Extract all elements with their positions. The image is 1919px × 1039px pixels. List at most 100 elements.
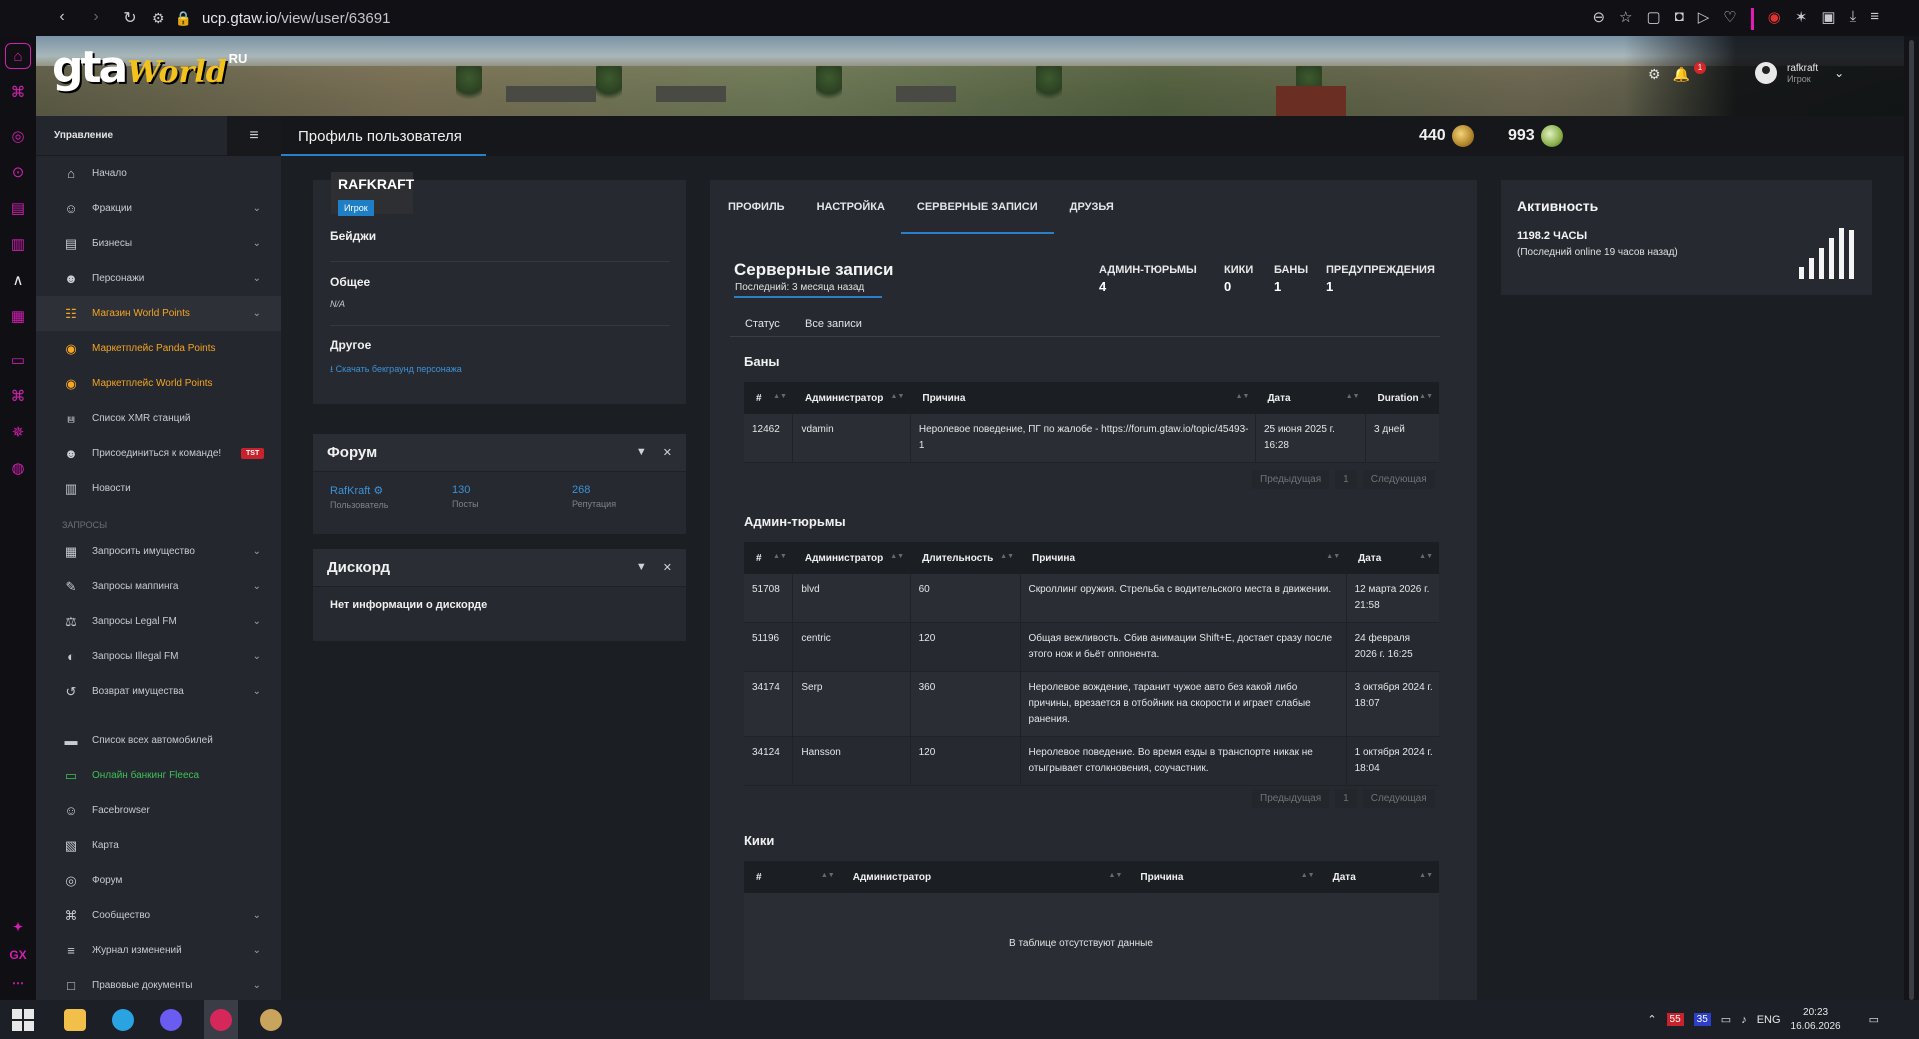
column-header[interactable]: Причина ▲▼ — [1128, 861, 1321, 893]
clock[interactable]: 20:23 16.06.2026 — [1791, 1006, 1841, 1034]
play-icon[interactable]: ▷ — [1698, 8, 1710, 30]
snapshot-icon[interactable]: ▢ — [1646, 8, 1660, 30]
sidebar-item[interactable]: ✎ Запросы маппинга ⌄ — [36, 569, 281, 604]
column-header[interactable]: Администратор ▲▼ — [840, 861, 1129, 893]
home-icon[interactable]: ⌂ — [5, 43, 31, 69]
tray-expand-icon[interactable]: ⌃ — [1647, 1013, 1656, 1026]
forward-icon[interactable]: › — [86, 8, 106, 28]
opera-gx-icon[interactable] — [210, 1009, 232, 1031]
profile-icon[interactable]: ▣ — [1821, 8, 1835, 30]
tab-0[interactable]: ПРОФИЛЬ — [712, 180, 801, 234]
sidebar-item[interactable]: ☻ Персонажи ⌄ — [36, 261, 281, 296]
column-header[interactable]: # ▲▼ — [744, 542, 793, 574]
game-launcher-icon[interactable] — [260, 1009, 282, 1031]
back-icon[interactable]: ‹ — [52, 8, 72, 28]
column-header[interactable]: Длительность ▲▼ — [910, 542, 1021, 574]
gx-control-icon[interactable]: ✦ — [13, 920, 23, 934]
page-number[interactable]: 1 — [1335, 470, 1357, 489]
sidebar-item[interactable]: □ Правовые документы ⌄ — [36, 968, 281, 1000]
discord-icon[interactable]: ⊙ — [5, 159, 31, 185]
collapse-icon[interactable]: ▼ — [636, 561, 647, 574]
sidebar-item[interactable]: ▤ Бизнесы ⌄ — [36, 226, 281, 261]
tab-2[interactable]: СЕРВЕРНЫЕ ЗАПИСИ — [900, 180, 1054, 234]
tray-blue-counter[interactable]: 35 — [1693, 1013, 1711, 1026]
heart-icon[interactable]: ♡ — [1723, 8, 1736, 30]
more-icon[interactable]: ⋯ — [12, 976, 24, 990]
sidebar-item[interactable]: ⌘ Сообщество ⌄ — [36, 898, 281, 933]
forum-user-link[interactable]: RafKraft — [330, 485, 370, 497]
column-header[interactable]: Дата ▲▼ — [1346, 542, 1439, 574]
vpn-icon[interactable]: ◉ — [1768, 8, 1781, 30]
language-indicator[interactable]: ENG — [1757, 1014, 1781, 1026]
download-background-link[interactable]: ⭳ Скачать бекграунд персонажа — [330, 362, 462, 378]
column-header[interactable]: Duration ▲▼ — [1365, 382, 1439, 414]
sidebar-item[interactable]: ◉ Маркетплейс Panda Points — [36, 331, 281, 366]
close-icon[interactable]: ✕ — [663, 446, 672, 459]
bell-icon[interactable]: 🔔 — [1673, 66, 1690, 83]
file-explorer-icon[interactable] — [64, 1009, 86, 1031]
column-header[interactable]: # ▲▼ — [744, 382, 793, 414]
user-menu[interactable]: rafkraft Игрок ⌄ — [1755, 62, 1844, 84]
speed-dial-icon[interactable]: ∧ — [5, 267, 31, 293]
sidebar-item[interactable]: ▦ Запросить имущество ⌄ — [36, 534, 281, 569]
windows-start-icon[interactable] — [12, 1009, 34, 1031]
wallet-icon[interactable]: ▭ — [5, 347, 31, 373]
sidebar-item[interactable]: ⌂ Начало — [36, 156, 281, 191]
network-icon[interactable]: ▭ — [1721, 1013, 1731, 1026]
site-settings-icon[interactable]: ⚙ — [152, 10, 165, 27]
gx-logo-icon[interactable]: GX — [9, 948, 26, 962]
chatgpt-icon[interactable]: ◎ — [5, 123, 31, 149]
sidebar-item[interactable]: ▬ Список всех автомобилей — [36, 723, 281, 758]
sidebar-item[interactable]: ◉ Маркетплейс World Points — [36, 366, 281, 401]
prev-button[interactable]: Предыдущая — [1252, 789, 1330, 808]
sidebar-item[interactable]: ▥ Новости — [36, 471, 281, 506]
sidebar-item[interactable]: ☷ Магазин World Points ⌄ — [36, 296, 281, 331]
close-icon[interactable]: ✕ — [663, 561, 672, 574]
tray-red-counter[interactable]: 55 — [1666, 1013, 1684, 1026]
next-button[interactable]: Следующая — [1362, 470, 1435, 489]
next-button[interactable]: Следующая — [1362, 789, 1435, 808]
sidebar-item[interactable]: ◎ Форум — [36, 863, 281, 898]
column-header[interactable]: Причина ▲▼ — [1020, 542, 1347, 574]
site-logo[interactable]: gta World RU — [52, 46, 247, 90]
column-header[interactable]: Причина ▲▼ — [910, 382, 1256, 414]
sidebar-item[interactable]: ≡ Журнал изменений ⌄ — [36, 933, 281, 968]
page-scrollbar[interactable] — [1904, 36, 1919, 1000]
column-header[interactable]: Администратор ▲▼ — [792, 382, 911, 414]
messenger-icon[interactable]: ◍ — [5, 455, 31, 481]
tab-3[interactable]: ДРУЗЬЯ — [1054, 180, 1130, 234]
sidebar-item[interactable]: ▭ Онлайн банкинг Fleeca — [36, 758, 281, 793]
volume-icon[interactable]: ♪ — [1741, 1014, 1747, 1026]
sidebar-item[interactable]: ▧ Карта — [36, 828, 281, 863]
twitch-alt-icon[interactable]: ▦ — [5, 303, 31, 329]
subtab-all[interactable]: Все записи — [805, 318, 862, 330]
news-icon[interactable]: ▤ — [5, 195, 31, 221]
column-header[interactable]: Дата ▲▼ — [1255, 382, 1366, 414]
address-bar[interactable]: ucp.gtaw.io/view/user/63691 — [202, 10, 390, 27]
page-number[interactable]: 1 — [1335, 789, 1357, 808]
telegram-icon[interactable] — [112, 1009, 134, 1031]
shield-icon[interactable]: ◘ — [1675, 8, 1684, 30]
extensions-icon[interactable]: ✶ — [1795, 8, 1808, 30]
sidebar-item[interactable]: ⩏ Список XMR станций — [36, 401, 281, 436]
subtab-status[interactable]: Статус — [745, 318, 780, 330]
controller-icon[interactable]: ⌘ — [5, 383, 31, 409]
pin-icon[interactable]: ☆ — [1619, 8, 1632, 30]
discord-taskbar-icon[interactable] — [160, 1009, 182, 1031]
column-header[interactable]: Администратор ▲▼ — [792, 542, 911, 574]
gamepad-icon[interactable]: ⌘ — [5, 79, 31, 105]
reload-icon[interactable]: ↻ — [120, 8, 140, 28]
download-icon[interactable]: ⤓ — [1850, 8, 1857, 30]
cleaner-icon[interactable]: ✵ — [5, 419, 31, 445]
settings-icon[interactable]: ⚙ — [1648, 66, 1661, 83]
sidebar-item[interactable]: ☻ Присоединиться к команде! TST — [36, 436, 281, 471]
column-header[interactable]: # ▲▼ — [744, 861, 841, 893]
collapse-icon[interactable]: ▼ — [636, 446, 647, 459]
sidebar-item[interactable]: ⚖ Запросы Legal FM ⌄ — [36, 604, 281, 639]
menu-icon[interactable]: ≡ — [1870, 8, 1879, 30]
sidebar-item[interactable]: ◐ Запросы Illegal FM ⌄ — [36, 639, 281, 674]
sidebar-item[interactable]: ↺ Возврат имущества ⌄ — [36, 674, 281, 709]
notifications-icon[interactable]: ▭ — [1869, 1013, 1879, 1026]
column-header[interactable]: Дата ▲▼ — [1320, 861, 1439, 893]
hamburger-icon[interactable]: ≡ — [227, 116, 281, 156]
